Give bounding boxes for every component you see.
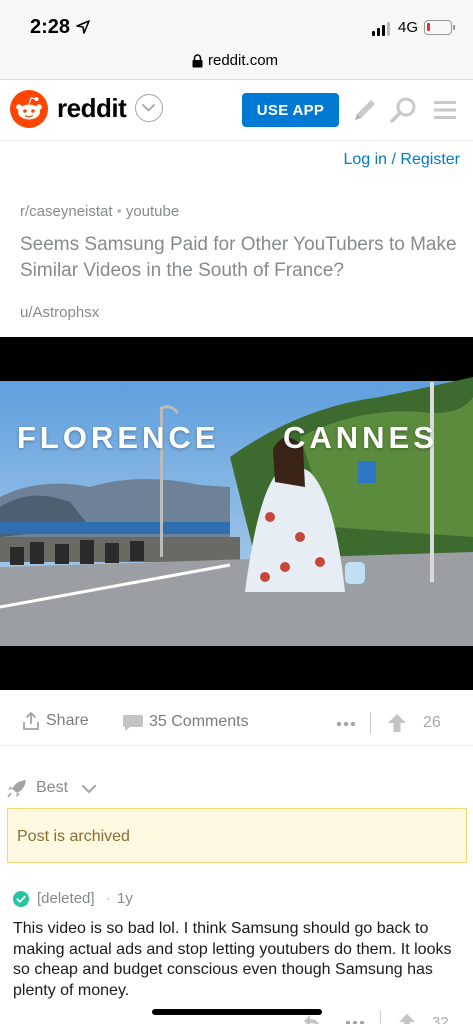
post-author[interactable]: u/Astrophsx (20, 304, 99, 321)
share-button[interactable]: Share (46, 712, 89, 730)
site-header: reddit USE APP (0, 81, 473, 141)
comment-time: 1y (117, 890, 133, 907)
lock-icon (192, 54, 203, 68)
check-badge-icon (13, 891, 29, 907)
meta-separator: • (116, 203, 122, 220)
video-overlay-right: CANNES (283, 420, 438, 455)
more-options-icon[interactable] (336, 721, 356, 727)
status-time: 2:28 (30, 16, 71, 38)
archived-notice-text: Post is archived (17, 828, 130, 845)
actions-divider (370, 712, 371, 734)
sort-dropdown[interactable]: Best (36, 779, 68, 797)
upvote-icon[interactable] (387, 713, 407, 733)
use-app-button[interactable]: USE APP (242, 93, 339, 127)
post-score: 26 (423, 714, 441, 731)
comment-meta-separator: · (106, 890, 111, 907)
chevron-down-icon[interactable] (135, 94, 163, 122)
share-icon[interactable] (22, 711, 40, 731)
archived-notice: Post is archived (7, 808, 467, 863)
post-actions: Share 35 Comments 26 (0, 700, 473, 746)
comment-icon[interactable] (122, 714, 144, 732)
post-title[interactable]: Seems Samsung Paid for Other YouTubers t… (20, 232, 460, 284)
browser-url-bar[interactable]: reddit.com (0, 48, 473, 80)
comments-button[interactable]: 35 Comments (149, 713, 249, 731)
status-bar: 2:28 4G (0, 0, 473, 48)
reddit-wordmark[interactable]: reddit (57, 93, 127, 124)
video-thumbnail[interactable] (0, 337, 473, 690)
chevron-down-icon[interactable] (81, 782, 97, 796)
home-indicator[interactable] (152, 1009, 322, 1015)
comment-author[interactable]: [deleted] (37, 890, 95, 907)
reddit-logo-icon[interactable] (10, 90, 48, 128)
url-text[interactable]: reddit.com (208, 52, 278, 69)
post-meta: r/caseyneistat • youtube (20, 203, 179, 220)
menu-icon[interactable] (430, 95, 460, 125)
location-arrow-icon (76, 20, 90, 34)
battery-tip (453, 25, 455, 30)
video-frame-image (0, 337, 473, 690)
video-overlay-left: FLORENCE (17, 420, 220, 455)
subreddit-link[interactable]: r/caseyneistat (20, 203, 113, 220)
pencil-icon[interactable] (350, 95, 380, 125)
post-domain[interactable]: youtube (126, 203, 179, 220)
comment-actions-divider (380, 1011, 381, 1024)
reply-icon[interactable] (303, 1014, 321, 1024)
battery-icon (424, 20, 452, 35)
comment-body: This video is so bad lol. I think Samsun… (13, 920, 452, 999)
login-register-link[interactable]: Log in / Register (343, 151, 460, 169)
search-icon[interactable] (389, 95, 419, 125)
comment-score: 32 (432, 1014, 449, 1024)
network-type: 4G (398, 19, 419, 36)
rocket-icon (7, 780, 26, 798)
signal-strength-icon (372, 22, 390, 36)
comment-upvote-icon[interactable] (398, 1013, 416, 1024)
comment-more-icon[interactable] (345, 1020, 365, 1024)
